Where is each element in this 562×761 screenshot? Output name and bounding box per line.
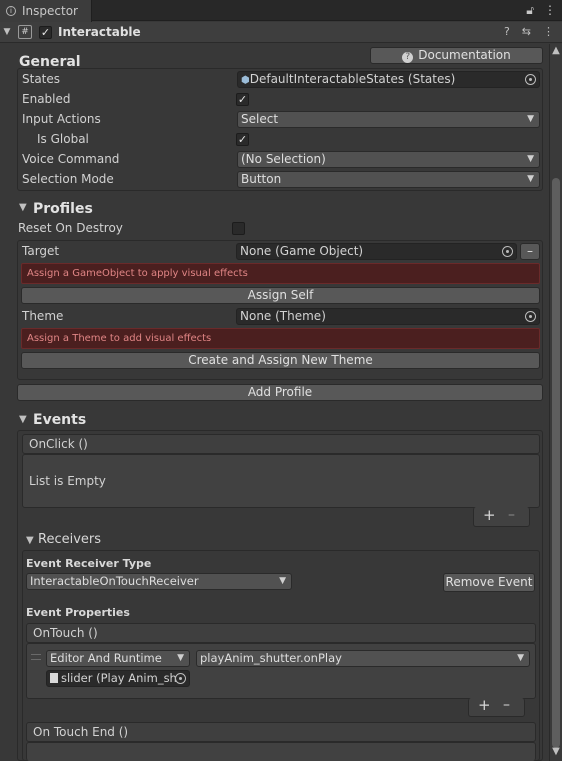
info-icon: i xyxy=(6,6,16,16)
runtime-mode-dropdown[interactable]: Editor And Runtime ▼ xyxy=(46,650,190,667)
voice-command-dropdown[interactable]: (No Selection) ▼ xyxy=(237,151,540,168)
script-icon: # xyxy=(18,25,32,39)
object-picker-icon[interactable] xyxy=(525,311,536,322)
runtime-mode-value: Editor And Runtime xyxy=(50,651,162,665)
enabled-checkbox[interactable]: ✓ xyxy=(236,93,249,106)
input-actions-value: Select xyxy=(241,112,279,126)
selection-mode-label: Selection Mode xyxy=(22,172,114,186)
ontouch-end-header: On Touch End () xyxy=(26,722,536,742)
theme-error-message: Assign a Theme to add visual effects xyxy=(21,328,540,349)
tab-actions: 🔓︎ ⋮ xyxy=(526,3,556,18)
more-options-icon[interactable]: ⋮ xyxy=(544,3,556,18)
target-label: Target xyxy=(22,244,60,258)
states-value: DefaultInteractableStates (States) xyxy=(249,72,456,86)
event-receiver-type-dropdown[interactable]: InteractableOnTouchReceiver ▼ xyxy=(26,573,292,590)
function-value: playAnim_shutter.onPlay xyxy=(200,651,342,665)
target-error-message: Assign a GameObject to apply visual effe… xyxy=(21,263,540,284)
dropdown-arrow-icon: ▼ xyxy=(177,653,184,663)
dropdown-arrow-icon: ▼ xyxy=(279,576,286,586)
voice-command-label: Voice Command xyxy=(22,152,120,166)
states-field[interactable]: ⬢DefaultInteractableStates (States) xyxy=(237,71,540,88)
remove-event-button[interactable]: Remove Event xyxy=(443,573,535,592)
input-actions-label: Input Actions xyxy=(22,112,101,126)
selection-mode-value: Button xyxy=(241,172,282,186)
documentation-label: Documentation xyxy=(418,48,511,62)
voice-command-value: (No Selection) xyxy=(241,152,326,166)
script-file-icon xyxy=(50,673,58,683)
inspector-scrollbar[interactable]: ▲ ▼ xyxy=(549,44,562,761)
enabled-label: Enabled xyxy=(22,92,71,106)
scroll-up-icon[interactable]: ▲ xyxy=(551,45,561,56)
scroll-down-icon[interactable]: ▼ xyxy=(551,746,561,757)
remove-profile-button[interactable]: – xyxy=(520,243,540,260)
tab-inspector[interactable]: i Inspector xyxy=(0,0,92,22)
function-dropdown[interactable]: playAnim_shutter.onPlay ▼ xyxy=(196,650,530,667)
ontouch-header: OnTouch () xyxy=(26,623,536,643)
remove-listener-button[interactable]: – xyxy=(503,697,510,713)
reset-on-destroy-checkbox[interactable] xyxy=(232,222,245,235)
is-global-checkbox[interactable]: ✓ xyxy=(236,133,249,146)
component-enabled-checkbox[interactable]: ✓ xyxy=(39,25,52,39)
component-menu-icon[interactable]: ⋮ xyxy=(543,25,554,38)
onclick-list-footer: + – xyxy=(473,506,530,527)
events-heading: Events xyxy=(33,412,87,428)
selection-mode-dropdown[interactable]: Button ▼ xyxy=(237,171,540,188)
component-header[interactable]: ▼ # ✓ Interactable ? ⇆ ⋮ xyxy=(0,22,562,43)
states-label: States xyxy=(22,72,61,86)
object-picker-icon[interactable] xyxy=(175,673,186,684)
theme-value: None (Theme) xyxy=(240,309,326,323)
events-foldout-icon[interactable]: ▼ xyxy=(19,414,27,425)
is-global-label: Is Global xyxy=(37,132,89,146)
presets-icon[interactable]: ⇆ xyxy=(522,25,531,38)
dropdown-arrow-icon: ▼ xyxy=(517,653,524,663)
event-properties-label: Event Properties xyxy=(26,606,130,619)
onclick-header-label: OnClick () xyxy=(29,437,88,451)
ontouch-header-label: OnTouch () xyxy=(33,626,98,640)
foldout-arrow-icon[interactable]: ▼ xyxy=(0,27,14,37)
list-empty-text: List is Empty xyxy=(29,474,106,488)
event-receiver-type-label: Event Receiver Type xyxy=(26,557,152,570)
profiles-foldout-icon[interactable]: ▼ xyxy=(19,202,27,213)
add-listener-button[interactable]: + xyxy=(478,696,491,714)
assign-self-button[interactable]: Assign Self xyxy=(21,287,540,304)
object-picker-icon[interactable] xyxy=(525,74,536,85)
ontouch-list-footer: + – xyxy=(468,696,525,717)
receivers-heading: Receivers xyxy=(38,532,102,547)
onclick-header: OnClick () xyxy=(22,434,540,454)
component-title: Interactable xyxy=(58,25,141,39)
onclick-list: List is Empty xyxy=(22,454,540,508)
input-actions-dropdown[interactable]: Select ▼ xyxy=(237,111,540,128)
ontouch-end-header-label: On Touch End () xyxy=(33,725,129,739)
states-asset-icon: ⬢ xyxy=(241,75,250,86)
help-icon: ? xyxy=(402,52,414,63)
theme-field[interactable]: None (Theme) xyxy=(236,308,540,325)
target-object-value: slider (Play Anim_sh xyxy=(61,671,177,685)
dropdown-arrow-icon: ▼ xyxy=(527,114,534,124)
add-profile-button[interactable]: Add Profile xyxy=(17,384,543,401)
receivers-foldout-icon[interactable]: ▼ xyxy=(26,535,34,546)
add-listener-button[interactable]: + xyxy=(483,506,496,524)
documentation-button[interactable]: ? Documentation xyxy=(370,47,543,64)
remove-listener-button[interactable]: – xyxy=(508,507,515,523)
ontouch-end-list xyxy=(26,742,536,761)
dropdown-arrow-icon: ▼ xyxy=(527,154,534,164)
reset-on-destroy-label: Reset On Destroy xyxy=(18,221,123,235)
dropdown-arrow-icon: ▼ xyxy=(527,174,534,184)
object-picker-icon[interactable] xyxy=(502,246,513,257)
tab-label: Inspector xyxy=(22,4,78,18)
theme-label: Theme xyxy=(22,309,64,323)
help-icon[interactable]: ? xyxy=(504,25,510,38)
scrollbar-thumb[interactable] xyxy=(552,178,560,748)
target-value: None (Game Object) xyxy=(240,244,364,258)
profiles-heading: Profiles xyxy=(33,201,93,217)
component-actions: ? ⇆ ⋮ xyxy=(504,25,554,38)
drag-handle-icon[interactable] xyxy=(31,654,41,660)
tab-bar: i Inspector 🔓︎ ⋮ xyxy=(0,0,562,22)
lock-icon[interactable]: 🔓︎ xyxy=(526,3,534,18)
target-field[interactable]: None (Game Object) xyxy=(236,243,517,260)
event-receiver-type-value: InteractableOnTouchReceiver xyxy=(30,574,199,588)
create-assign-theme-button[interactable]: Create and Assign New Theme xyxy=(21,352,540,369)
target-object-field[interactable]: slider (Play Anim_sh xyxy=(46,670,190,687)
